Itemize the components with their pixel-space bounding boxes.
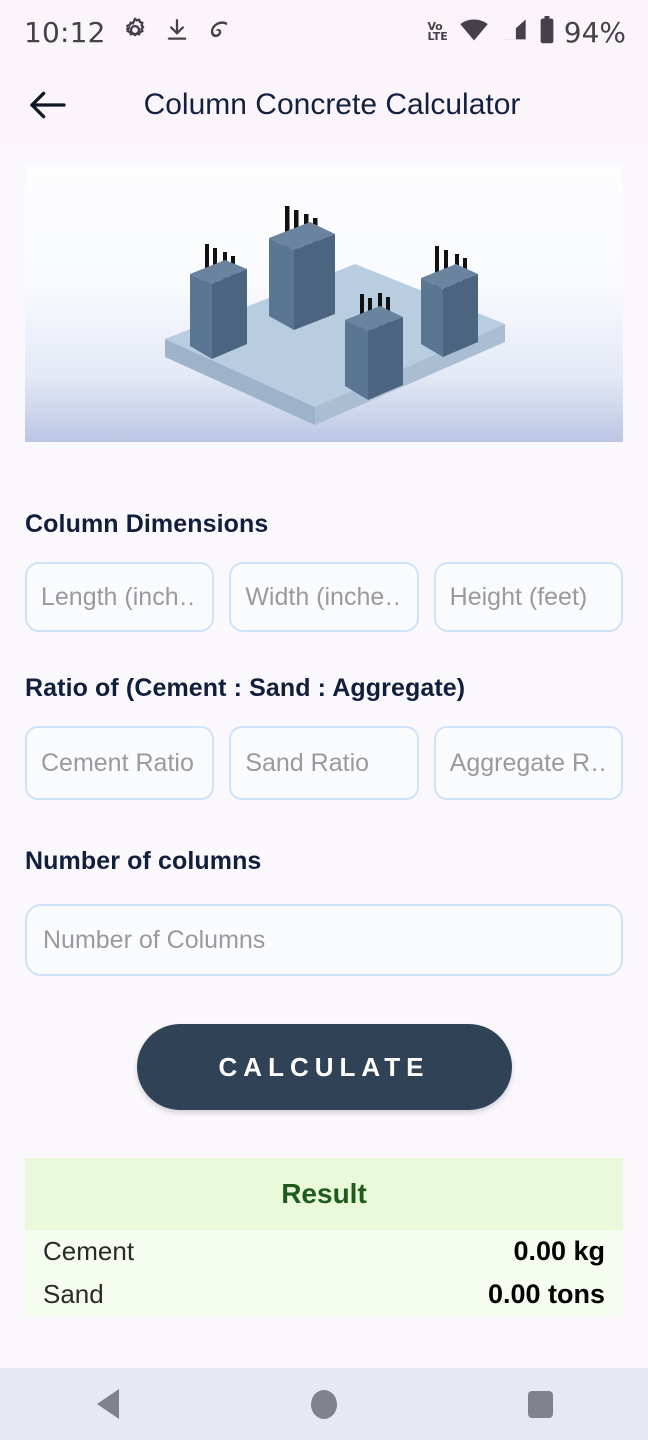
status-bar-left: 10:12 — [24, 15, 234, 50]
cement-ratio-placeholder: Cement Ratio — [41, 748, 194, 777]
triangle-back-icon — [97, 1389, 119, 1419]
android-navigation-bar — [0, 1368, 648, 1440]
columns-field-row: Number of Columns — [25, 904, 623, 976]
volte-line-2: LTE — [427, 30, 448, 43]
result-row-value: 0.00 kg — [513, 1236, 605, 1266]
signal-icon — [500, 18, 528, 47]
concrete-columns-isometric-svg — [165, 206, 505, 425]
square-recents-icon — [527, 1390, 553, 1418]
sand-ratio-input[interactable]: Sand Ratio — [229, 726, 419, 800]
result-card-header: Result — [25, 1158, 623, 1230]
section-title-ratio: Ratio of (Cement : Sand : Aggregate) — [25, 674, 466, 702]
battery-icon — [539, 15, 555, 49]
sand-ratio-placeholder: Sand Ratio — [245, 748, 370, 777]
circle-home-icon — [311, 1389, 337, 1419]
width-input-placeholder: Width (inche… — [245, 582, 403, 611]
battery-percent: 94% — [563, 15, 626, 49]
result-card: Result Cement 0.00 kg Sand 0.00 tons — [25, 1158, 623, 1316]
volte-icon: Vo LTE — [427, 20, 448, 43]
wifi-icon — [459, 18, 489, 47]
result-row-label: Sand — [43, 1279, 104, 1309]
number-of-columns-placeholder: Number of Columns — [43, 925, 266, 954]
result-row-label: Cement — [43, 1236, 135, 1266]
page-title: Column Concrete Calculator — [143, 88, 521, 121]
airtel-logo-icon — [204, 15, 234, 50]
status-bar: 10:12 Vo LTE 94% — [0, 0, 648, 64]
ratio-field-row: Cement Ratio Sand Ratio Aggregate R… — [25, 726, 623, 800]
table-row: Sand 0.00 tons — [25, 1273, 623, 1316]
app-bar: Column Concrete Calculator — [0, 64, 648, 146]
height-input-placeholder: Height (feet) — [449, 582, 588, 611]
nav-home-button[interactable] — [284, 1368, 364, 1440]
section-title-columns: Number of columns — [25, 847, 262, 875]
table-row: Cement 0.00 kg — [25, 1230, 623, 1273]
column-back-left — [190, 244, 247, 359]
cement-ratio-input[interactable]: Cement Ratio — [25, 726, 215, 800]
column-center-tall — [269, 206, 335, 330]
height-input[interactable]: Height (feet) — [433, 562, 623, 632]
result-row-value: 0.00 tons — [487, 1279, 605, 1309]
section-title-dimensions: Column Dimensions — [25, 510, 269, 538]
calculate-button-wrapper: CALCULATE — [0, 1024, 648, 1110]
length-input-placeholder: Length (inch… — [41, 582, 199, 611]
gear-icon — [120, 15, 150, 50]
aggregate-ratio-placeholder: Aggregate R… — [449, 748, 607, 777]
back-button[interactable] — [22, 79, 74, 131]
download-icon — [164, 16, 190, 49]
concrete-columns-illustration — [25, 164, 623, 442]
status-time: 10:12 — [24, 15, 106, 49]
nav-recents-button[interactable] — [500, 1368, 580, 1440]
nav-back-button[interactable] — [68, 1368, 148, 1440]
column-back-right — [421, 246, 478, 357]
aggregate-ratio-input[interactable]: Aggregate R… — [433, 726, 623, 800]
calculate-button[interactable]: CALCULATE — [136, 1024, 512, 1110]
dimensions-field-row: Length (inch… Width (inche… Height (feet… — [25, 562, 623, 632]
result-title: Result — [281, 1178, 367, 1209]
arrow-left-icon — [30, 91, 66, 119]
number-of-columns-input[interactable]: Number of Columns — [25, 904, 623, 976]
length-input[interactable]: Length (inch… — [25, 562, 215, 632]
width-input[interactable]: Width (inche… — [229, 562, 419, 632]
status-bar-right: Vo LTE 94% — [427, 15, 626, 49]
